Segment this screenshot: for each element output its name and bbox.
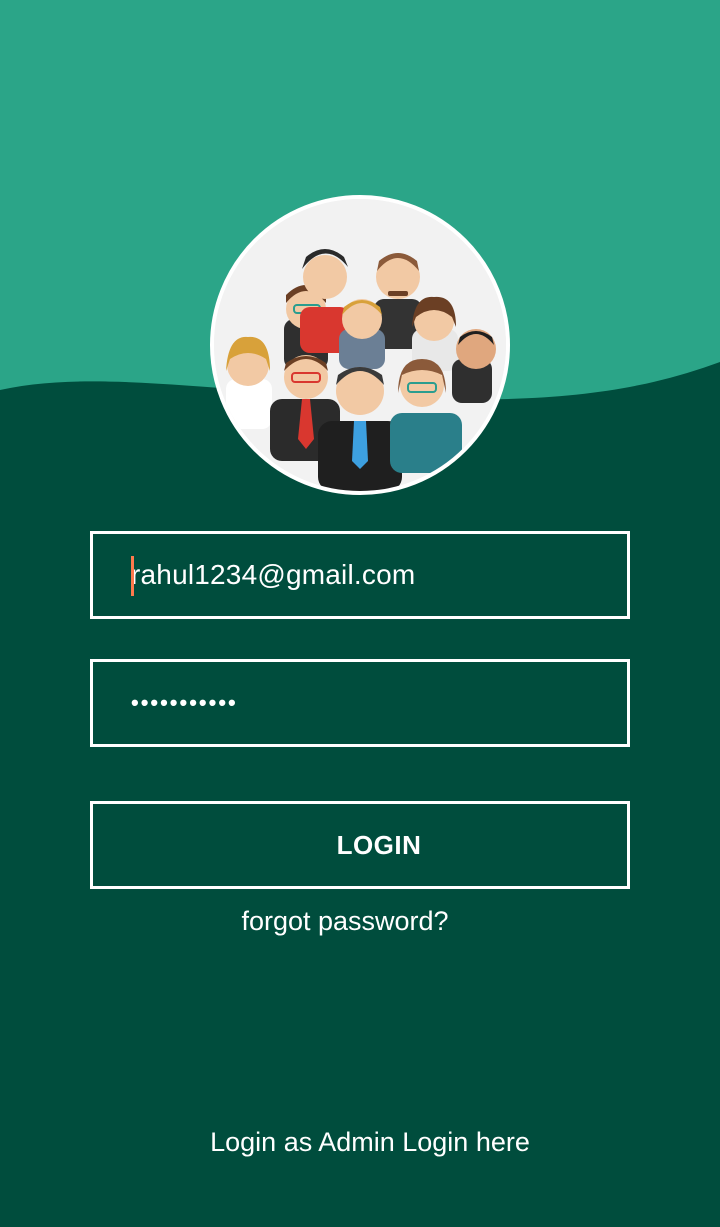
forgot-password-link[interactable]: forgot password? (0, 906, 690, 937)
password-field[interactable]: ••••••••••• (90, 659, 630, 747)
password-input-value: ••••••••••• (131, 690, 238, 715)
email-input-value: rahul1234@gmail.com (131, 559, 416, 590)
login-button[interactable]: LOGIN (90, 801, 630, 889)
group-of-people-icon (214, 199, 506, 491)
admin-login-link[interactable]: Login as Admin Login here (0, 1127, 720, 1158)
group-avatar-image (210, 195, 510, 495)
email-field[interactable]: rahul1234@gmail.com (90, 531, 630, 619)
text-cursor (131, 556, 134, 596)
